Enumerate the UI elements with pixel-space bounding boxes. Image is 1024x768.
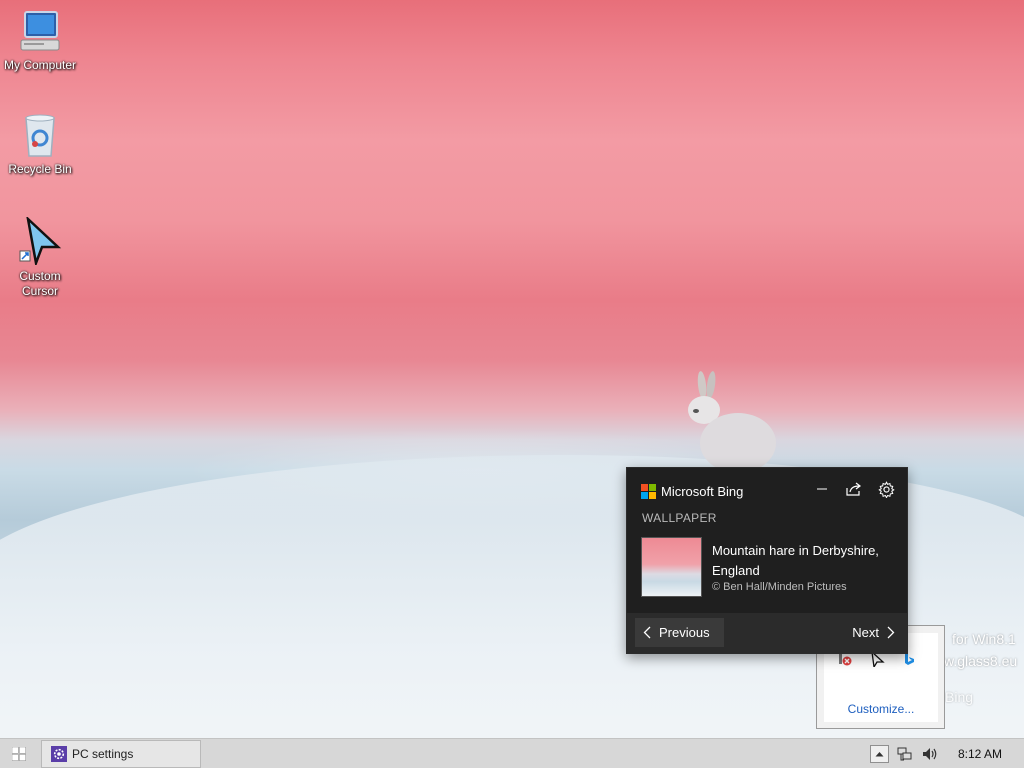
chevron-right-icon (887, 626, 895, 639)
taskbar-item-pc-settings[interactable]: PC settings (41, 740, 201, 768)
watermark-line-2: w.glass8.eu (944, 653, 1018, 669)
show-hidden-icons-button[interactable] (870, 745, 889, 763)
taskbar: PC settings 8:12 AM (0, 738, 1024, 768)
desktop-icon-custom-cursor[interactable]: Custom Cursor (0, 217, 80, 299)
hare-figure (688, 371, 776, 470)
customize-link[interactable]: Customize... (824, 702, 938, 716)
taskbar-item-label: PC settings (72, 747, 134, 761)
system-tray: 8:12 AM (870, 739, 1024, 768)
desktop-icon-recycle-bin[interactable]: Recycle Bin (0, 112, 80, 177)
next-button[interactable]: Next (852, 618, 895, 647)
share-icon (846, 482, 861, 496)
cursor-shortcut-icon (19, 217, 62, 265)
desktop-icon-label: Custom Cursor (19, 269, 61, 298)
bing-footer: Previous Next (627, 613, 907, 653)
network-icon (897, 747, 912, 761)
pc-settings-icon (51, 746, 67, 762)
logo-square-red (641, 483, 648, 491)
next-label: Next (852, 625, 879, 640)
bing-brand-title: Microsoft Bing (661, 483, 744, 499)
logo-square-yellow (649, 491, 656, 499)
computer-icon (20, 11, 60, 51)
windows-logo-icon (12, 747, 26, 761)
recycle-bin-icon (25, 114, 55, 157)
wallpaper-title[interactable]: Mountain hare in Derbyshire, England (712, 541, 897, 581)
logo-square-green (649, 483, 656, 491)
share-button[interactable] (845, 480, 863, 498)
settings-button[interactable] (877, 480, 895, 498)
previous-button[interactable]: Previous (635, 618, 724, 647)
volume-tray-button[interactable] (921, 745, 939, 763)
bing-wallpaper-flyout: Microsoft Bing WALLPAPER Mountain hare i… (626, 467, 908, 654)
start-button[interactable] (0, 739, 38, 768)
logo-square-blue (641, 491, 648, 499)
network-tray-button[interactable] (896, 745, 914, 763)
gear-icon (877, 480, 895, 498)
chevron-up-icon (875, 752, 884, 757)
section-label-wallpaper: WALLPAPER (642, 511, 717, 525)
microsoft-logo-icon (641, 483, 656, 499)
bing-header: Microsoft Bing (641, 482, 743, 500)
bing-toolbar (813, 480, 895, 498)
wallpaper-thumbnail[interactable] (641, 537, 702, 597)
previous-label: Previous (659, 625, 710, 640)
watermark-line-1: for Win8.1 (952, 631, 1016, 647)
desktop-icon-label: My Computer (3, 58, 77, 72)
wallpaper-credit: © Ben Hall/Minden Pictures (712, 581, 847, 593)
speaker-icon (923, 748, 937, 760)
minimize-icon (817, 488, 827, 490)
minimize-button[interactable] (813, 480, 831, 498)
chevron-left-icon (643, 626, 651, 639)
desktop-icon-label: Recycle Bin (8, 162, 72, 176)
watermark-line-3: Bing (945, 689, 974, 705)
desktop-icon-my-computer[interactable]: My Computer (0, 10, 80, 73)
taskbar-clock[interactable]: 8:12 AM (946, 747, 1014, 761)
